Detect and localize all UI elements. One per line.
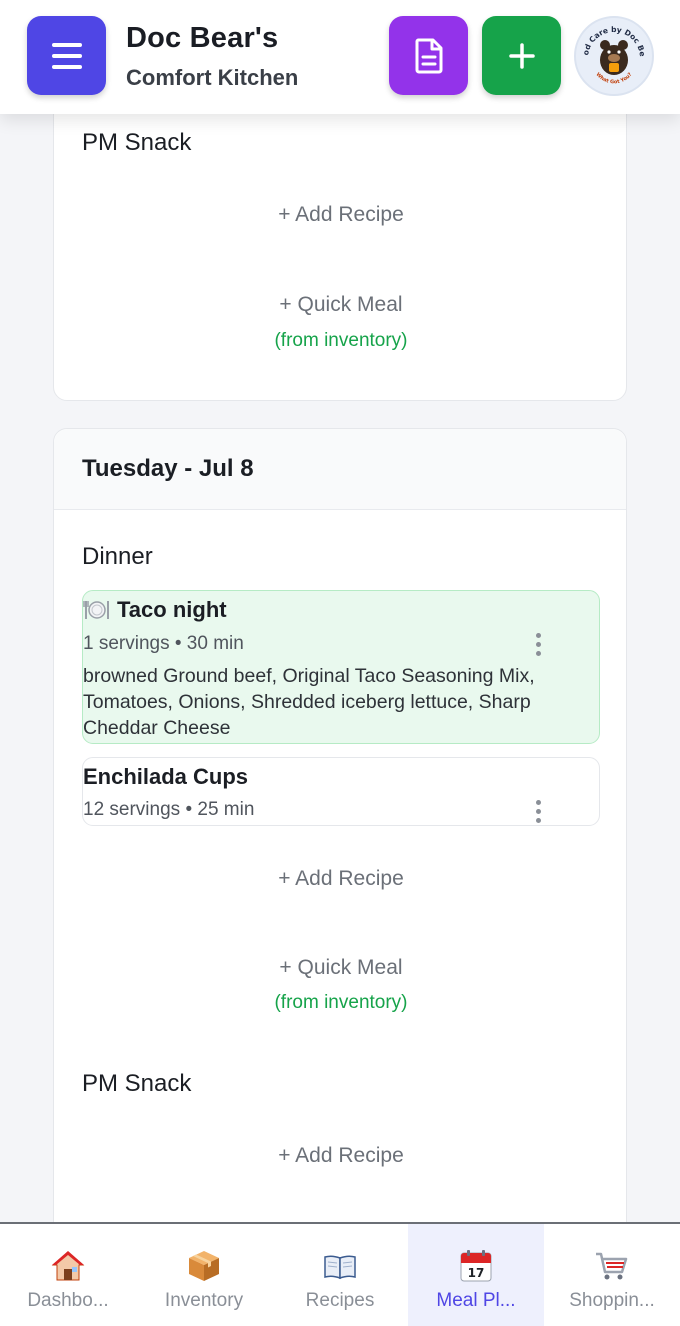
day-card-tuesday: Tuesday - Jul 8 Dinner Taco night 1 serv… bbox=[53, 428, 627, 1326]
meal-planner-screen: Doc Bear's Comfort Kitchen od Care by Do… bbox=[0, 0, 680, 1326]
nav-item-recipes[interactable]: Recipes bbox=[272, 1224, 408, 1326]
more-options-icon[interactable] bbox=[533, 633, 543, 656]
recipe-name-text: Taco night bbox=[117, 597, 227, 622]
document-icon bbox=[414, 38, 442, 73]
nav-label: Inventory bbox=[164, 1290, 244, 1311]
document-button[interactable] bbox=[389, 16, 468, 95]
plate-icon bbox=[83, 601, 109, 619]
nav-item-meal-planner[interactable]: 17 Meal Pl... bbox=[408, 1224, 544, 1326]
add-recipe-link[interactable]: + Add Recipe bbox=[54, 1144, 628, 1168]
house-icon bbox=[51, 1251, 85, 1281]
recipe-card-taco-night[interactable]: Taco night 1 servings • 30 min browned G… bbox=[82, 590, 600, 744]
recipe-meta: 1 servings • 30 min bbox=[83, 633, 244, 654]
recipe-meta: 12 servings • 25 min bbox=[83, 799, 255, 820]
hamburger-icon bbox=[51, 42, 82, 69]
box-icon bbox=[189, 1251, 219, 1281]
book-icon bbox=[324, 1255, 356, 1280]
nav-item-inventory[interactable]: Inventory bbox=[136, 1224, 272, 1326]
nav-label: Recipes bbox=[305, 1290, 375, 1311]
more-options-icon[interactable] bbox=[533, 800, 543, 823]
brand-logo[interactable]: Food Care by Doc Bear What Got You? bbox=[574, 16, 654, 96]
add-recipe-link[interactable]: + Add Recipe bbox=[54, 867, 628, 891]
day-title: Tuesday - Jul 8 bbox=[82, 455, 254, 482]
calendar-icon: 17 bbox=[460, 1250, 492, 1282]
slot-title-dinner: Dinner bbox=[82, 543, 153, 570]
nav-label: Dashbo... bbox=[27, 1290, 109, 1311]
slot-title-pm-snack: PM Snack bbox=[82, 1070, 192, 1097]
nav-item-shopping[interactable]: Shoppin... bbox=[544, 1224, 680, 1326]
recipe-ingredients: browned Ground beef, Original Taco Seaso… bbox=[83, 665, 535, 739]
quick-meal-note: (from inventory) bbox=[274, 330, 408, 351]
add-button[interactable] bbox=[482, 16, 561, 95]
quick-meal-link[interactable]: + Quick Meal bbox=[54, 956, 628, 980]
app-subtitle: Comfort Kitchen bbox=[126, 65, 299, 90]
slot-title-pm-snack: PM Snack bbox=[82, 129, 192, 156]
quick-meal-link[interactable]: + Quick Meal bbox=[54, 293, 628, 317]
app-header: Doc Bear's Comfort Kitchen od Care by Do… bbox=[0, 0, 680, 114]
calendar-day: 17 bbox=[468, 1266, 485, 1280]
day-header: Tuesday - Jul 8 bbox=[54, 429, 626, 510]
cart-icon bbox=[596, 1252, 628, 1280]
recipe-name: Taco night bbox=[83, 597, 227, 623]
quick-meal-note: (from inventory) bbox=[274, 992, 408, 1013]
plus-icon bbox=[508, 42, 535, 69]
recipe-name: Enchilada Cups bbox=[83, 764, 249, 789]
app-title: Doc Bear's bbox=[126, 22, 279, 54]
bottom-nav: Dashbo... Inventory Recipes 17 Meal Pl..… bbox=[0, 1222, 680, 1326]
nav-label: Shoppin... bbox=[569, 1290, 655, 1311]
menu-button[interactable] bbox=[27, 16, 106, 95]
add-recipe-link[interactable]: + Add Recipe bbox=[54, 203, 628, 227]
recipe-card-enchilada-cups[interactable]: Enchilada Cups 12 servings • 25 min bbox=[82, 757, 600, 826]
nav-item-dashboard[interactable]: Dashbo... bbox=[0, 1224, 136, 1326]
nav-label: Meal Pl... bbox=[436, 1290, 516, 1311]
